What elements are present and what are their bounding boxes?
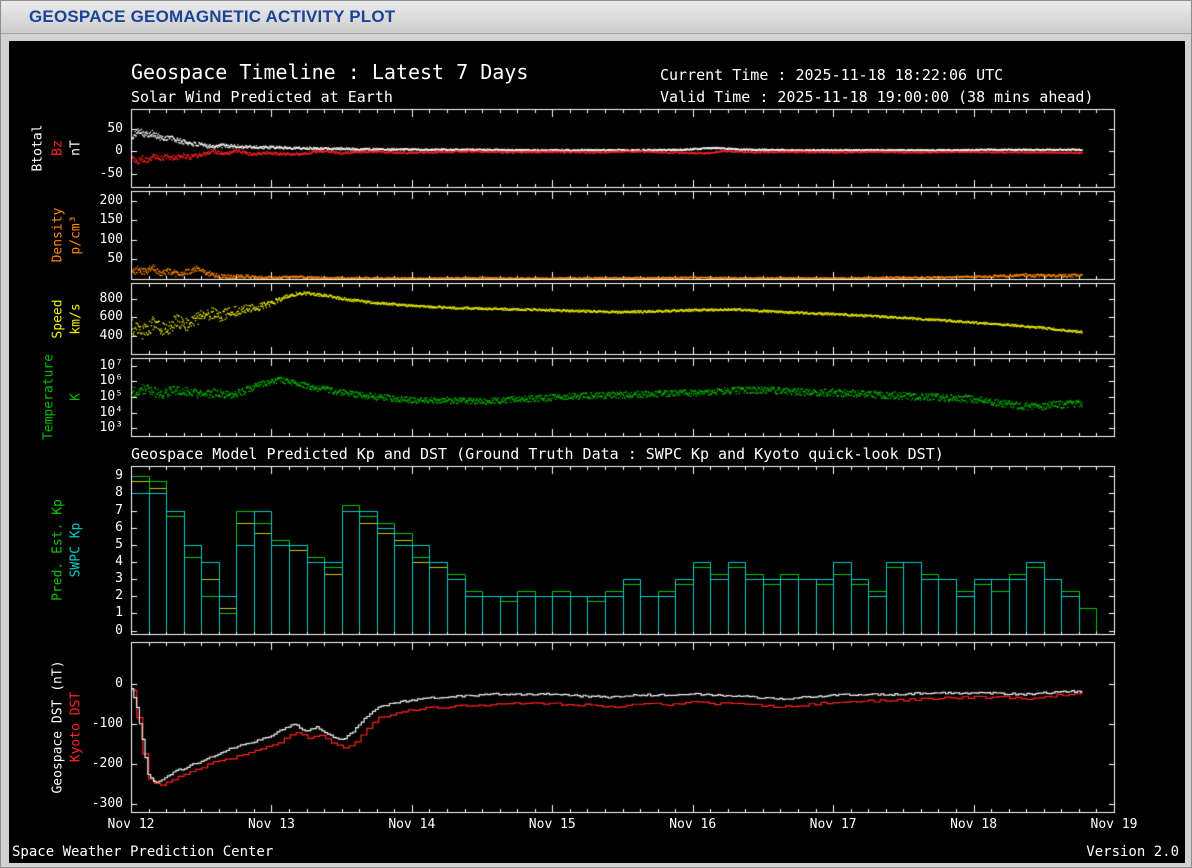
y-tick-label-p4: 10⁴ <box>9 405 123 421</box>
axis-label-p2-0: Density <box>51 208 66 263</box>
y-tick-label-p1: 50 <box>9 121 123 137</box>
x-tick-label: Nov 19 <box>1091 817 1138 832</box>
timeline-plot-canvas <box>9 41 1185 831</box>
y-tick-label-p5: 2 <box>9 588 123 604</box>
axis-label-p5-0: Pred. Est. Kp <box>51 499 66 601</box>
axis-label-p1-0: Btotal <box>31 125 46 172</box>
y-tick-label-p6: -200 <box>9 756 123 772</box>
footer-swpc-label: Space Weather Prediction Center <box>12 844 273 860</box>
geospace-timeline-plot: Geospace Timeline : Latest 7 Days Curren… <box>9 41 1185 863</box>
page-title: GEOSPACE GEOMAGNETIC ACTIVITY PLOT <box>29 7 395 27</box>
x-tick-label: Nov 18 <box>950 817 997 832</box>
y-tick-label-p5: 6 <box>9 520 123 536</box>
y-tick-label-p1: 0 <box>9 143 123 159</box>
y-tick-label-p2: 200 <box>9 193 123 209</box>
axis-label-p4-1: K <box>69 393 84 401</box>
axis-label-p2-1: p/cm³ <box>69 215 84 254</box>
y-tick-label-p2: 50 <box>9 251 123 267</box>
geospace-activity-page: GEOSPACE GEOMAGNETIC ACTIVITY PLOT Geosp… <box>0 0 1192 868</box>
y-tick-label-p2: 150 <box>9 212 123 228</box>
y-tick-label-p5: 4 <box>9 554 123 570</box>
y-tick-label-p3: 600 <box>9 309 123 325</box>
axis-label-p6-1: Kyoto DST <box>69 692 84 762</box>
y-tick-label-p4: 10³ <box>9 420 123 436</box>
footer-version-label: Version 2.0 <box>1086 844 1179 860</box>
axis-label-p1-1: Bz <box>51 140 66 156</box>
x-tick-label: Nov 13 <box>248 817 295 832</box>
valid-time-label: Valid Time : 2025-11-18 19:00:00 (38 min… <box>660 88 1093 106</box>
page-header: GEOSPACE GEOMAGNETIC ACTIVITY PLOT <box>1 1 1191 34</box>
axis-label-p3-0: Speed <box>51 299 66 338</box>
x-tick-label: Nov 15 <box>529 817 576 832</box>
y-tick-label-p2: 100 <box>9 232 123 248</box>
y-tick-label-p5: 3 <box>9 571 123 587</box>
axis-label-p6-0: Geospace DST (nT) <box>51 660 66 793</box>
y-tick-label-p5: 7 <box>9 503 123 519</box>
y-tick-label-p5: 8 <box>9 485 123 501</box>
y-tick-label-p3: 400 <box>9 328 123 344</box>
y-tick-label-p5: 1 <box>9 605 123 621</box>
y-tick-label-p6: 0 <box>9 676 123 692</box>
y-tick-label-p5: 0 <box>9 623 123 639</box>
y-tick-label-p4: 10⁷ <box>9 358 123 374</box>
y-tick-label-p1: -50 <box>9 166 123 182</box>
axis-label-p1-2: nT <box>69 140 84 156</box>
solar-wind-subtitle: Solar Wind Predicted at Earth <box>131 88 393 106</box>
axis-label-p3-1: km/s <box>69 303 84 334</box>
axis-label-p4-0: Temperature <box>42 354 57 440</box>
axis-label-p5-1: SWPC Kp <box>69 523 84 578</box>
y-tick-label-p3: 800 <box>9 291 123 307</box>
kp-dst-section-title: Geospace Model Predicted Kp and DST (Gro… <box>131 445 944 463</box>
current-time-label: Current Time : 2025-11-18 18:22:06 UTC <box>660 66 1003 84</box>
y-tick-label-p4: 10⁶ <box>9 373 123 389</box>
y-tick-label-p5: 9 <box>9 468 123 484</box>
x-tick-label: Nov 14 <box>388 817 435 832</box>
x-tick-label: Nov 16 <box>669 817 716 832</box>
y-tick-label-p4: 10⁵ <box>9 389 123 405</box>
x-tick-label: Nov 17 <box>810 817 857 832</box>
x-tick-label: Nov 12 <box>108 817 155 832</box>
plot-title: Geospace Timeline : Latest 7 Days <box>131 60 528 84</box>
y-tick-label-p5: 5 <box>9 537 123 553</box>
y-tick-label-p6: -100 <box>9 716 123 732</box>
y-tick-label-p6: -300 <box>9 796 123 812</box>
